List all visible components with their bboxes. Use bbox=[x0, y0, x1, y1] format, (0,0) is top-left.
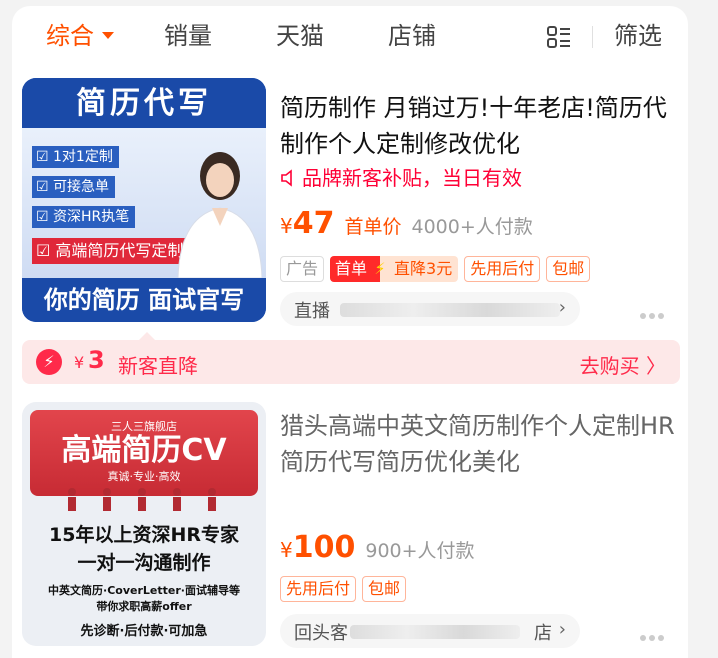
more-options-icon[interactable] bbox=[640, 304, 670, 319]
image-bullet: ☑ 资深HR执笔 bbox=[32, 206, 136, 228]
people-illustration bbox=[68, 488, 216, 511]
chevron-down-icon bbox=[102, 31, 114, 39]
product-image[interactable]: 三人三旗舰店 高端简历CV 真诚·专业·高效 15年以上资深HR专家 一对一沟通… bbox=[22, 402, 266, 646]
shop-link[interactable]: 直播 › bbox=[280, 292, 580, 326]
sold-count: 900+人付款 bbox=[365, 540, 475, 562]
discount-badge: 首单 ⚡ 直降3元 bbox=[330, 256, 459, 282]
promo-text: 品牌新客补贴，当日有效 bbox=[302, 166, 522, 190]
tag-row: 先用后付 包邮 bbox=[280, 576, 407, 602]
sold-count: 4000+人付款 bbox=[411, 216, 533, 238]
chevron-right-icon: › bbox=[558, 619, 566, 640]
product-card[interactable]: 简历代写 ☑ 1对1定制 ☑ 可接急单 ☑ 资深HR执笔 ☑ 高端简历代写定制 … bbox=[12, 78, 688, 338]
shop-link[interactable]: 回头客 店 › bbox=[280, 614, 580, 648]
image-line: 带你求职高薪offer bbox=[96, 600, 192, 613]
image-line: 中英文简历·CoverLetter·面试辅导等 bbox=[48, 584, 240, 597]
image-line: 15年以上资深HR专家 bbox=[49, 524, 239, 546]
chevron-right-icon: › bbox=[558, 297, 566, 318]
tab-divider bbox=[592, 26, 593, 48]
currency-symbol: ¥ bbox=[280, 214, 293, 238]
shop-name-blurred bbox=[340, 303, 560, 317]
image-line: 先诊断·后付款·可加急 bbox=[80, 624, 208, 639]
tab-shop[interactable]: 店铺 bbox=[388, 20, 436, 52]
free-shipping-badge: 包邮 bbox=[546, 256, 591, 282]
shop-prefix: 回头客 bbox=[294, 623, 348, 644]
tab-label: 综合 bbox=[46, 22, 94, 50]
price-row: ¥100 900+人付款 bbox=[280, 530, 475, 570]
product-card[interactable]: 三人三旗舰店 高端简历CV 真诚·专业·高效 15年以上资深HR专家 一对一沟通… bbox=[12, 402, 688, 652]
image-bullet: ☑ 可接急单 bbox=[32, 176, 116, 198]
image-bullet: ☑ 1对1定制 bbox=[32, 146, 119, 168]
more-options-icon[interactable] bbox=[640, 626, 670, 641]
pay-later-badge: 先用后付 bbox=[464, 256, 541, 282]
price-note: 首单价 bbox=[344, 216, 402, 238]
filter-button[interactable]: 筛选 bbox=[614, 20, 662, 52]
image-line: 一对一沟通制作 bbox=[77, 552, 211, 574]
price-value: 100 bbox=[292, 530, 356, 565]
results-panel: 综合 销量 天猫 店铺 筛选 简历代写 ☑ 1对1定制 ☑ 可接急单 ☑ 资深H… bbox=[12, 6, 688, 658]
image-body: ☑ 1对1定制 ☑ 可接急单 ☑ 资深HR执笔 ☑ 高端简历代写定制 bbox=[22, 128, 266, 278]
tag-row: 广告 首单 ⚡ 直降3元 先用后付 包邮 bbox=[280, 256, 591, 282]
price-row: ¥47 首单价 4000+人付款 bbox=[280, 206, 533, 246]
discount-label: 新客直降 bbox=[118, 354, 198, 378]
image-subheading: 真诚·专业·高效 bbox=[107, 470, 181, 483]
promo-notice: 品牌新客补贴，当日有效 bbox=[280, 164, 522, 192]
buy-now-link[interactable]: 去购买 〉 bbox=[580, 350, 666, 379]
price-value: 47 bbox=[292, 206, 335, 241]
store-label: 三人三旗舰店 bbox=[111, 420, 177, 433]
tab-sales[interactable]: 销量 bbox=[164, 20, 212, 52]
product-image[interactable]: 简历代写 ☑ 1对1定制 ☑ 可接急单 ☑ 资深HR执笔 ☑ 高端简历代写定制 … bbox=[22, 78, 266, 322]
image-footer: 你的简历 面试官写 bbox=[22, 278, 266, 322]
pay-later-badge: 先用后付 bbox=[280, 576, 357, 602]
currency-symbol: ¥ bbox=[74, 353, 85, 372]
shop-name-blurred bbox=[350, 625, 520, 639]
tab-tmall[interactable]: 天猫 bbox=[276, 20, 324, 52]
free-shipping-badge: 包邮 bbox=[362, 576, 407, 602]
shop-suffix: 店 bbox=[534, 623, 552, 644]
product-title[interactable]: 猎头高端中英文简历制作个人定制HR简历代写简历优化美化 bbox=[280, 408, 680, 480]
bolt-icon: ⚡ bbox=[372, 256, 389, 282]
list-view-icon[interactable] bbox=[546, 24, 572, 50]
product-title[interactable]: 简历制作 月销过万!十年老店!简历代制作个人定制修改优化 bbox=[280, 90, 680, 162]
image-banner: 三人三旗舰店 高端简历CV 真诚·专业·高效 bbox=[30, 410, 258, 496]
first-order-label: 首单 bbox=[330, 256, 373, 282]
discount-label: 直降3元 bbox=[388, 256, 459, 282]
sort-tabs: 综合 销量 天猫 店铺 筛选 bbox=[12, 6, 688, 66]
lightning-icon: ⚡ bbox=[36, 349, 62, 375]
tab-comprehensive[interactable]: 综合 bbox=[46, 20, 114, 52]
image-heading: 简历代写 bbox=[22, 78, 266, 128]
speaker-icon bbox=[281, 168, 292, 187]
shop-prefix: 直播 bbox=[294, 301, 330, 322]
image-heading: 高端简历CV bbox=[61, 433, 227, 468]
new-customer-banner[interactable]: ⚡ ¥ 3 新客直降 去购买 〉 bbox=[22, 340, 680, 384]
image-bullet: ☑ 高端简历代写定制 bbox=[32, 238, 190, 264]
currency-symbol: ¥ bbox=[280, 538, 293, 562]
discount-amount: 3 bbox=[88, 346, 105, 374]
model-photo bbox=[177, 152, 262, 278]
ad-badge: 广告 bbox=[280, 256, 325, 282]
